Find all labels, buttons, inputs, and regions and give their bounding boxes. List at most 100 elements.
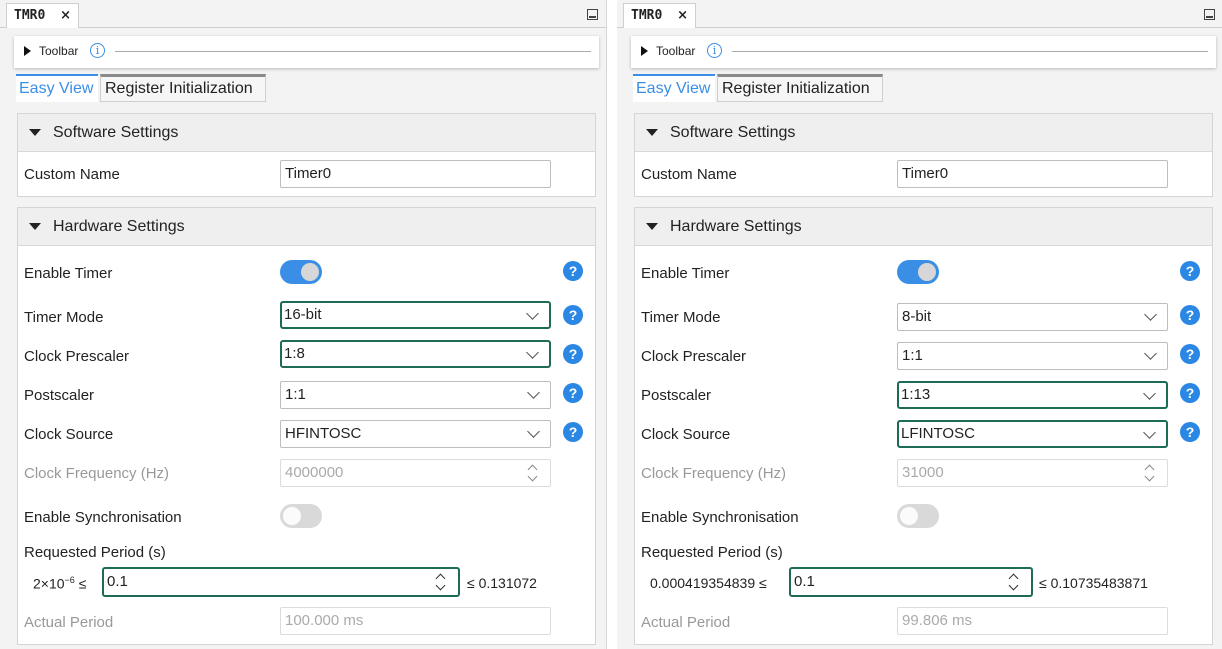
clock-prescaler-value: 1:1	[902, 347, 923, 364]
toolbar-label: Toolbar	[656, 44, 696, 58]
toolbar-section[interactable]: Toolbar i	[631, 36, 1216, 68]
period-min-bound: 2×10−6 ≤	[33, 575, 86, 592]
tmr0-panel-right: TMR0 × Toolbar i Easy View Register Init…	[617, 0, 1222, 649]
tab-easy-view[interactable]: Easy View	[633, 74, 715, 102]
document-tab-tmr0[interactable]: TMR0 ×	[6, 3, 79, 28]
chevron-down-icon	[526, 346, 539, 359]
enable-timer-label: Enable Timer	[24, 265, 113, 282]
custom-name-input[interactable]: Timer0	[280, 160, 551, 188]
postscaler-select[interactable]: 1:13	[897, 381, 1168, 409]
hardware-settings-header[interactable]: Hardware Settings	[18, 208, 595, 246]
minimize-icon[interactable]	[587, 9, 598, 20]
enable-timer-toggle[interactable]	[280, 260, 322, 284]
minimize-icon[interactable]	[1204, 9, 1215, 20]
help-icon[interactable]: ?	[563, 305, 583, 325]
chevron-down-icon	[1144, 347, 1157, 360]
period-min-suffix: ≤	[74, 575, 87, 592]
timer-mode-label: Timer Mode	[24, 309, 104, 326]
clock-frequency-input: 31000	[897, 459, 1168, 487]
custom-name-input[interactable]: Timer0	[897, 160, 1168, 188]
enable-timer-toggle[interactable]	[897, 260, 939, 284]
software-settings-header[interactable]: Software Settings	[18, 114, 595, 152]
help-icon[interactable]: ?	[563, 422, 583, 442]
software-settings-section: Software Settings Custom Name Timer0	[634, 113, 1213, 197]
close-icon[interactable]: ×	[677, 4, 688, 28]
spinner-arrows-icon[interactable]	[436, 571, 446, 593]
clock-source-select[interactable]: HFINTOSC	[280, 420, 551, 448]
document-tab-title: TMR0	[631, 8, 663, 23]
custom-name-label: Custom Name	[641, 166, 737, 183]
collapse-triangle-icon[interactable]	[646, 129, 658, 136]
help-icon[interactable]: ?	[1180, 383, 1200, 403]
chevron-down-icon	[1143, 387, 1156, 400]
enable-synchronisation-toggle[interactable]	[897, 504, 939, 528]
expand-triangle-icon[interactable]	[24, 46, 31, 56]
tab-register-initialization[interactable]: Register Initialization	[100, 74, 266, 102]
requested-period-label: Requested Period (s)	[641, 544, 783, 561]
clock-frequency-label: Clock Frequency (Hz)	[641, 465, 787, 482]
clock-source-select[interactable]: LFINTOSC	[897, 420, 1168, 448]
document-tab-bar: TMR0 ×	[0, 0, 606, 28]
section-title: Software Settings	[670, 124, 796, 141]
help-icon[interactable]: ?	[1180, 422, 1200, 442]
clock-prescaler-select[interactable]: 1:1	[897, 342, 1168, 370]
requested-period-input[interactable]: 0.1	[789, 567, 1033, 597]
expand-triangle-icon[interactable]	[641, 46, 648, 56]
spinner-arrows-icon	[528, 462, 538, 484]
section-title: Hardware Settings	[670, 218, 802, 235]
close-icon[interactable]: ×	[60, 4, 71, 28]
requested-period-input[interactable]: 0.1	[102, 567, 460, 597]
clock-frequency-value: 31000	[902, 464, 944, 481]
chevron-down-icon	[526, 307, 539, 320]
custom-name-label: Custom Name	[24, 166, 120, 183]
enable-synchronisation-label: Enable Synchronisation	[24, 509, 182, 526]
info-icon[interactable]: i	[707, 43, 722, 58]
toggle-knob	[301, 263, 319, 281]
period-max-bound: ≤ 0.131072	[467, 575, 537, 591]
help-icon[interactable]: ?	[1180, 344, 1200, 364]
clock-prescaler-select[interactable]: 1:8	[280, 340, 551, 368]
clock-frequency-input: 4000000	[280, 459, 551, 487]
hardware-settings-section: Hardware Settings Enable Timer ? Timer M…	[634, 207, 1213, 645]
chevron-down-icon	[527, 386, 540, 399]
toggle-knob	[900, 507, 918, 525]
postscaler-label: Postscaler	[641, 387, 712, 404]
clock-prescaler-value: 1:8	[284, 345, 305, 362]
info-icon[interactable]: i	[90, 43, 105, 58]
postscaler-value: 1:13	[901, 386, 931, 403]
chevron-down-icon	[1143, 426, 1156, 439]
spinner-arrows-icon[interactable]	[1009, 571, 1019, 593]
collapse-triangle-icon[interactable]	[29, 129, 41, 136]
toolbar-section[interactable]: Toolbar i	[14, 36, 599, 68]
toolbar-label: Toolbar	[39, 44, 79, 58]
help-icon[interactable]: ?	[563, 261, 583, 281]
toggle-knob	[918, 263, 936, 281]
clock-source-value: LFINTOSC	[901, 425, 975, 442]
section-title: Hardware Settings	[53, 218, 185, 235]
collapse-triangle-icon[interactable]	[646, 223, 658, 230]
help-icon[interactable]: ?	[563, 383, 583, 403]
tab-easy-view[interactable]: Easy View	[16, 74, 98, 102]
section-title: Software Settings	[53, 124, 179, 141]
hardware-settings-header[interactable]: Hardware Settings	[635, 208, 1212, 246]
postscaler-select[interactable]: 1:1	[280, 381, 551, 409]
requested-period-value: 0.1	[794, 573, 815, 590]
help-icon[interactable]: ?	[1180, 305, 1200, 325]
enable-synchronisation-label: Enable Synchronisation	[641, 509, 799, 526]
actual-period-output: 99.806 ms	[897, 607, 1168, 635]
tab-register-initialization[interactable]: Register Initialization	[717, 74, 883, 102]
toolbar-divider	[732, 51, 1208, 52]
toggle-knob	[283, 507, 301, 525]
document-tab-tmr0[interactable]: TMR0 ×	[623, 3, 696, 28]
actual-period-output: 100.000 ms	[280, 607, 551, 635]
clock-source-label: Clock Source	[24, 426, 114, 443]
timer-mode-select[interactable]: 16-bit	[280, 301, 551, 329]
enable-timer-label: Enable Timer	[641, 265, 730, 282]
clock-frequency-label: Clock Frequency (Hz)	[24, 465, 170, 482]
collapse-triangle-icon[interactable]	[29, 223, 41, 230]
help-icon[interactable]: ?	[1180, 261, 1200, 281]
help-icon[interactable]: ?	[563, 344, 583, 364]
timer-mode-select[interactable]: 8-bit	[897, 303, 1168, 331]
enable-synchronisation-toggle[interactable]	[280, 504, 322, 528]
software-settings-header[interactable]: Software Settings	[635, 114, 1212, 152]
